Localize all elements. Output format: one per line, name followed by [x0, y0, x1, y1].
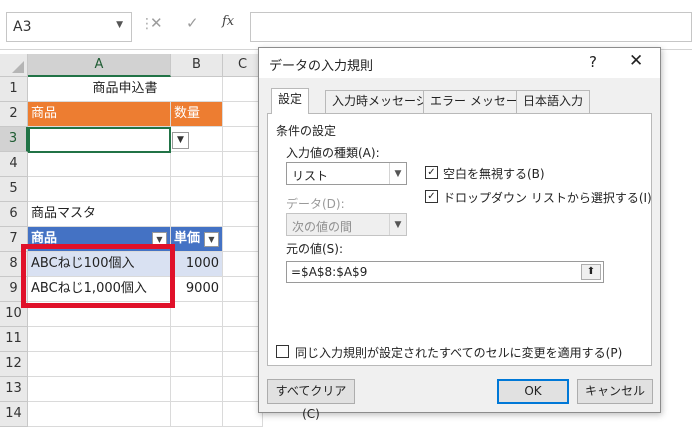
- filter-dropdown-icon[interactable]: ▼: [204, 232, 219, 247]
- allow-select[interactable]: リスト ▼: [286, 162, 407, 185]
- cell-a12[interactable]: [28, 352, 171, 377]
- apply-all-label: 同じ入力規則が設定されたすべてのセルに変更を適用する(P): [295, 346, 623, 360]
- row-header-4[interactable]: 4: [0, 152, 28, 177]
- row-header-12[interactable]: 12: [0, 352, 28, 377]
- in-cell-dropdown-label: ドロップダウン リストから選択する(I): [443, 191, 652, 205]
- row-header-2[interactable]: 2: [0, 102, 28, 127]
- cell-b13[interactable]: [171, 377, 223, 402]
- cell-a13[interactable]: [28, 377, 171, 402]
- chevron-down-icon: ▼: [389, 214, 406, 235]
- ignore-blank-label: 空白を無視する(B): [443, 167, 545, 181]
- tab-settings[interactable]: 設定: [271, 88, 310, 114]
- column-header-c[interactable]: C: [223, 54, 263, 77]
- cell-b5[interactable]: [171, 177, 223, 202]
- cell-b4[interactable]: [171, 152, 223, 177]
- cell-c12[interactable]: [223, 352, 263, 377]
- help-icon[interactable]: ?: [589, 53, 597, 71]
- clear-all-button[interactable]: すべてクリア(C): [267, 379, 355, 421]
- data-select: 次の値の間 ▼: [286, 213, 407, 236]
- cell-a1[interactable]: 商品申込書: [28, 77, 223, 102]
- cancel-icon[interactable]: ✕: [150, 14, 163, 32]
- column-header-a[interactable]: A: [28, 54, 171, 77]
- collapse-dialog-icon[interactable]: ⬆: [581, 264, 601, 280]
- cell-a11[interactable]: [28, 327, 171, 352]
- row-header-6[interactable]: 6: [0, 202, 28, 227]
- ignore-blank-checkbox[interactable]: ✓: [425, 166, 438, 179]
- cell-a14[interactable]: [28, 402, 171, 427]
- select-all-corner[interactable]: [0, 54, 28, 77]
- tab-input-message[interactable]: 入力時メッセージ: [325, 90, 435, 113]
- cell-dropdown-button[interactable]: ▼: [172, 132, 189, 149]
- column-header-b[interactable]: B: [171, 54, 223, 77]
- cell-b10[interactable]: [171, 302, 223, 327]
- ok-button[interactable]: OK: [497, 379, 569, 404]
- row-header-3[interactable]: 3: [0, 127, 28, 152]
- close-icon[interactable]: ✕: [629, 51, 643, 71]
- cell-c4[interactable]: [223, 152, 263, 177]
- allow-label: 入力値の種類(A):: [286, 146, 380, 160]
- cell-b2[interactable]: 数量: [171, 102, 223, 127]
- cell-b7[interactable]: 単価 ▼: [171, 227, 223, 252]
- cell-c11[interactable]: [223, 327, 263, 352]
- cell-a6[interactable]: 商品マスタ: [28, 202, 171, 227]
- cell-c5[interactable]: [223, 177, 263, 202]
- row-header-11[interactable]: 11: [0, 327, 28, 352]
- cell-a2[interactable]: 商品: [28, 102, 171, 127]
- name-box-value: A3: [13, 19, 32, 35]
- cell-c7[interactable]: [223, 227, 263, 252]
- settings-panel: 条件の設定 入力値の種類(A): リスト ▼ ✓ 空白を無視する(B) ✓ ドロ…: [267, 113, 652, 366]
- formula-input[interactable]: [250, 12, 692, 42]
- cell-b9[interactable]: 9000: [171, 277, 223, 302]
- tab-ime-mode[interactable]: 日本語入力: [516, 90, 591, 113]
- dialog-title: データの入力規則: [269, 59, 374, 74]
- cell-b8[interactable]: 1000: [171, 252, 223, 277]
- allow-select-value: リスト: [292, 169, 329, 183]
- data-select-value: 次の値の間: [292, 220, 353, 234]
- cell-c3[interactable]: [223, 127, 263, 152]
- dialog-title-bar[interactable]: データの入力規則 ? ✕: [259, 48, 660, 78]
- cell-c14[interactable]: [223, 402, 263, 427]
- cell-b7-label: 単価: [174, 231, 201, 246]
- highlight-box: [21, 244, 175, 308]
- cell-c8[interactable]: [223, 252, 263, 277]
- cell-b6[interactable]: [171, 202, 223, 227]
- source-label: 元の値(S):: [286, 242, 344, 256]
- cell-b12[interactable]: [171, 352, 223, 377]
- row-header-5[interactable]: 5: [0, 177, 28, 202]
- name-box[interactable]: A3 ▼: [6, 12, 132, 42]
- insert-function-icon[interactable]: fx: [222, 14, 234, 29]
- chevron-down-icon[interactable]: ▼: [116, 20, 123, 30]
- cell-a4[interactable]: [28, 152, 171, 177]
- in-cell-dropdown-checkbox[interactable]: ✓: [425, 190, 438, 203]
- cancel-button[interactable]: キャンセル: [577, 379, 653, 404]
- enter-icon[interactable]: ✓: [186, 14, 199, 32]
- cell-b14[interactable]: [171, 402, 223, 427]
- active-cell-outline: [28, 127, 171, 153]
- row-header-13[interactable]: 13: [0, 377, 28, 402]
- cell-a5[interactable]: [28, 177, 171, 202]
- row-header-14[interactable]: 14: [0, 402, 28, 427]
- cell-c13[interactable]: [223, 377, 263, 402]
- cell-c6[interactable]: [223, 202, 263, 227]
- cell-c10[interactable]: [223, 302, 263, 327]
- source-input[interactable]: =$A$8:$A$9: [286, 261, 604, 283]
- cell-b11[interactable]: [171, 327, 223, 352]
- cell-c1[interactable]: [223, 77, 263, 102]
- formula-bar: A3 ▼ ⋮ ✕ ✓ fx: [0, 0, 692, 50]
- row-header-1[interactable]: 1: [0, 77, 28, 102]
- cell-c9[interactable]: [223, 277, 263, 302]
- cell-c2[interactable]: [223, 102, 263, 127]
- section-label: 条件の設定: [276, 124, 337, 138]
- apply-all-checkbox[interactable]: [276, 345, 289, 358]
- data-label: データ(D):: [286, 197, 345, 211]
- data-validation-dialog: データの入力規則 ? ✕ 設定 入力時メッセージ エラー メッセージ 日本語入力…: [258, 47, 661, 421]
- chevron-down-icon: ▼: [389, 163, 406, 184]
